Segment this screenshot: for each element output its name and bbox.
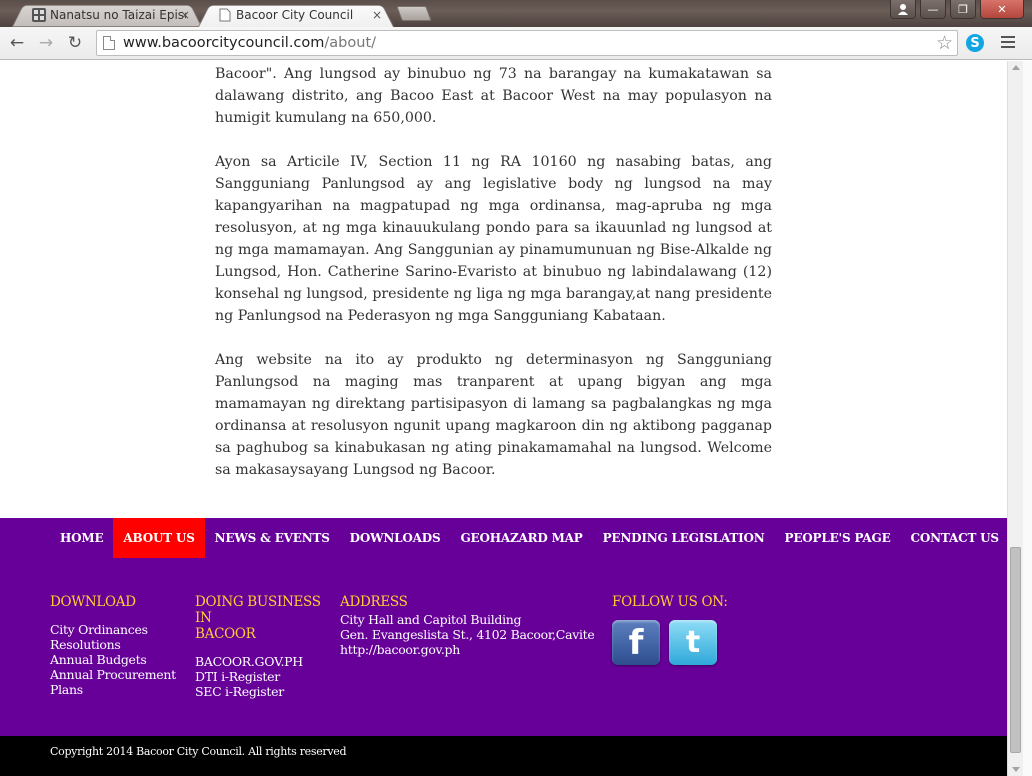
about-paragraph: Ayon sa Articile IV, Section 11 ng RA 10… (215, 154, 772, 324)
address-line: City Hall and Capitol Building (340, 612, 522, 627)
address-heading: ADDRESS (340, 594, 408, 610)
scroll-up-icon[interactable] (1012, 65, 1020, 70)
chrome-menu-icon[interactable] (1001, 36, 1015, 51)
twitter-icon[interactable]: t (669, 620, 717, 665)
link-sec-register[interactable]: SEC i-Register (195, 684, 340, 699)
browser-tab-bacoor[interactable]: Bacoor City Council × (198, 2, 394, 27)
link-plans[interactable]: Plans (50, 682, 190, 697)
link-annual-procurement[interactable]: Annual Procurement (50, 667, 190, 682)
about-content: Bacoor". Ang lungsod ay binubuo ng 73 na… (215, 63, 772, 503)
business-column: DOING BUSINESS IN BACOOR BACOOR.GOV.PH DT… (195, 594, 340, 699)
nav-geohazard-map[interactable]: GEOHAZARD MAP (450, 518, 592, 558)
nav-about-us[interactable]: ABOUT US (113, 518, 205, 558)
site-footer: HOME ABOUT US NEWS & EVENTS DOWNLOADS GE… (0, 518, 1007, 736)
vertical-scrollbar[interactable] (1007, 61, 1023, 776)
scroll-down-icon[interactable] (1012, 767, 1020, 772)
footer-nav: HOME ABOUT US NEWS & EVENTS DOWNLOADS GE… (50, 518, 1007, 558)
reload-button[interactable]: ↻ (64, 33, 86, 53)
page-icon (103, 36, 115, 50)
follow-heading: FOLLOW US ON: (612, 594, 728, 610)
about-paragraph: Bacoor". Ang lungsod ay binubuo ng 73 na… (215, 66, 772, 126)
tab-close-icon[interactable]: × (372, 8, 382, 22)
url-text[interactable]: www.bacoorcitycouncil.com/about/ (123, 35, 376, 51)
link-dti-register[interactable]: DTI i-Register (195, 669, 340, 684)
nav-news-events[interactable]: NEWS & EVENTS (205, 518, 340, 558)
back-button[interactable]: ← (6, 33, 28, 53)
link-annual-budgets[interactable]: Annual Budgets (50, 652, 190, 667)
facebook-icon[interactable]: f (612, 620, 660, 665)
link-resolutions[interactable]: Resolutions (50, 637, 190, 652)
download-column: DOWNLOAD City Ordinances Resolutions Ann… (50, 594, 190, 697)
tab-title: Nanatsu no Taizai Episode (50, 7, 186, 22)
grid-app-icon (32, 7, 46, 22)
user-icon[interactable] (890, 0, 916, 19)
minimize-button[interactable]: — (920, 0, 946, 19)
copyright-text: Copyright 2014 Bacoor City Council. All … (50, 745, 347, 758)
scrollbar-thumb[interactable] (1010, 547, 1021, 753)
new-tab-button[interactable] (396, 6, 432, 21)
bookmark-star-icon[interactable]: ☆ (936, 32, 953, 54)
address-bar[interactable]: www.bacoorcitycouncil.com/about/ ☆ (96, 30, 958, 56)
nav-pending-legislation[interactable]: PENDING LEGISLATION (593, 518, 775, 558)
page-viewport: Bacoor". Ang lungsod ay binubuo ng 73 na… (0, 61, 1007, 776)
download-heading: DOWNLOAD (50, 594, 136, 610)
copyright-bar: Copyright 2014 Bacoor City Council. All … (0, 736, 1007, 776)
nav-contact-us[interactable]: CONTACT US (901, 518, 1007, 558)
link-bacoor-gov[interactable]: BACOOR.GOV.PH (195, 654, 340, 669)
about-paragraph: Ang website na ito ay produkto ng determ… (215, 352, 772, 478)
address-website-link[interactable]: http://bacoor.gov.ph (340, 642, 600, 657)
tab-close-icon[interactable]: × (180, 8, 190, 22)
maximize-button[interactable]: ❐ (950, 0, 976, 19)
browser-toolbar: ← → ↻ www.bacoorcitycouncil.com/about/ ☆… (0, 27, 1032, 60)
forward-button[interactable]: → (35, 33, 57, 53)
browser-tab-nanatsu[interactable]: Nanatsu no Taizai Episode × (12, 2, 202, 27)
address-column: ADDRESS City Hall and Capitol Building G… (340, 594, 600, 657)
business-heading: DOING BUSINESS IN BACOOR (195, 594, 321, 642)
address-line: Gen. Evangeslista St., 4102 Bacoor,Cavit… (340, 627, 595, 642)
window-controls: — ❐ ✕ (890, 0, 1024, 19)
skype-extension-icon[interactable]: S (966, 34, 984, 52)
page-icon (218, 8, 232, 22)
link-city-ordinances[interactable]: City Ordinances (50, 622, 190, 637)
browser-tab-strip: Nanatsu no Taizai Episode × Bacoor City … (0, 0, 1032, 27)
tab-title: Bacoor City Council (236, 7, 354, 22)
window-edge (1023, 61, 1032, 776)
follow-column: FOLLOW US ON: f t (612, 594, 812, 665)
nav-home[interactable]: HOME (50, 518, 113, 558)
close-window-button[interactable]: ✕ (980, 0, 1024, 19)
nav-downloads[interactable]: DOWNLOADS (340, 518, 451, 558)
nav-peoples-page[interactable]: PEOPLE'S PAGE (775, 518, 901, 558)
